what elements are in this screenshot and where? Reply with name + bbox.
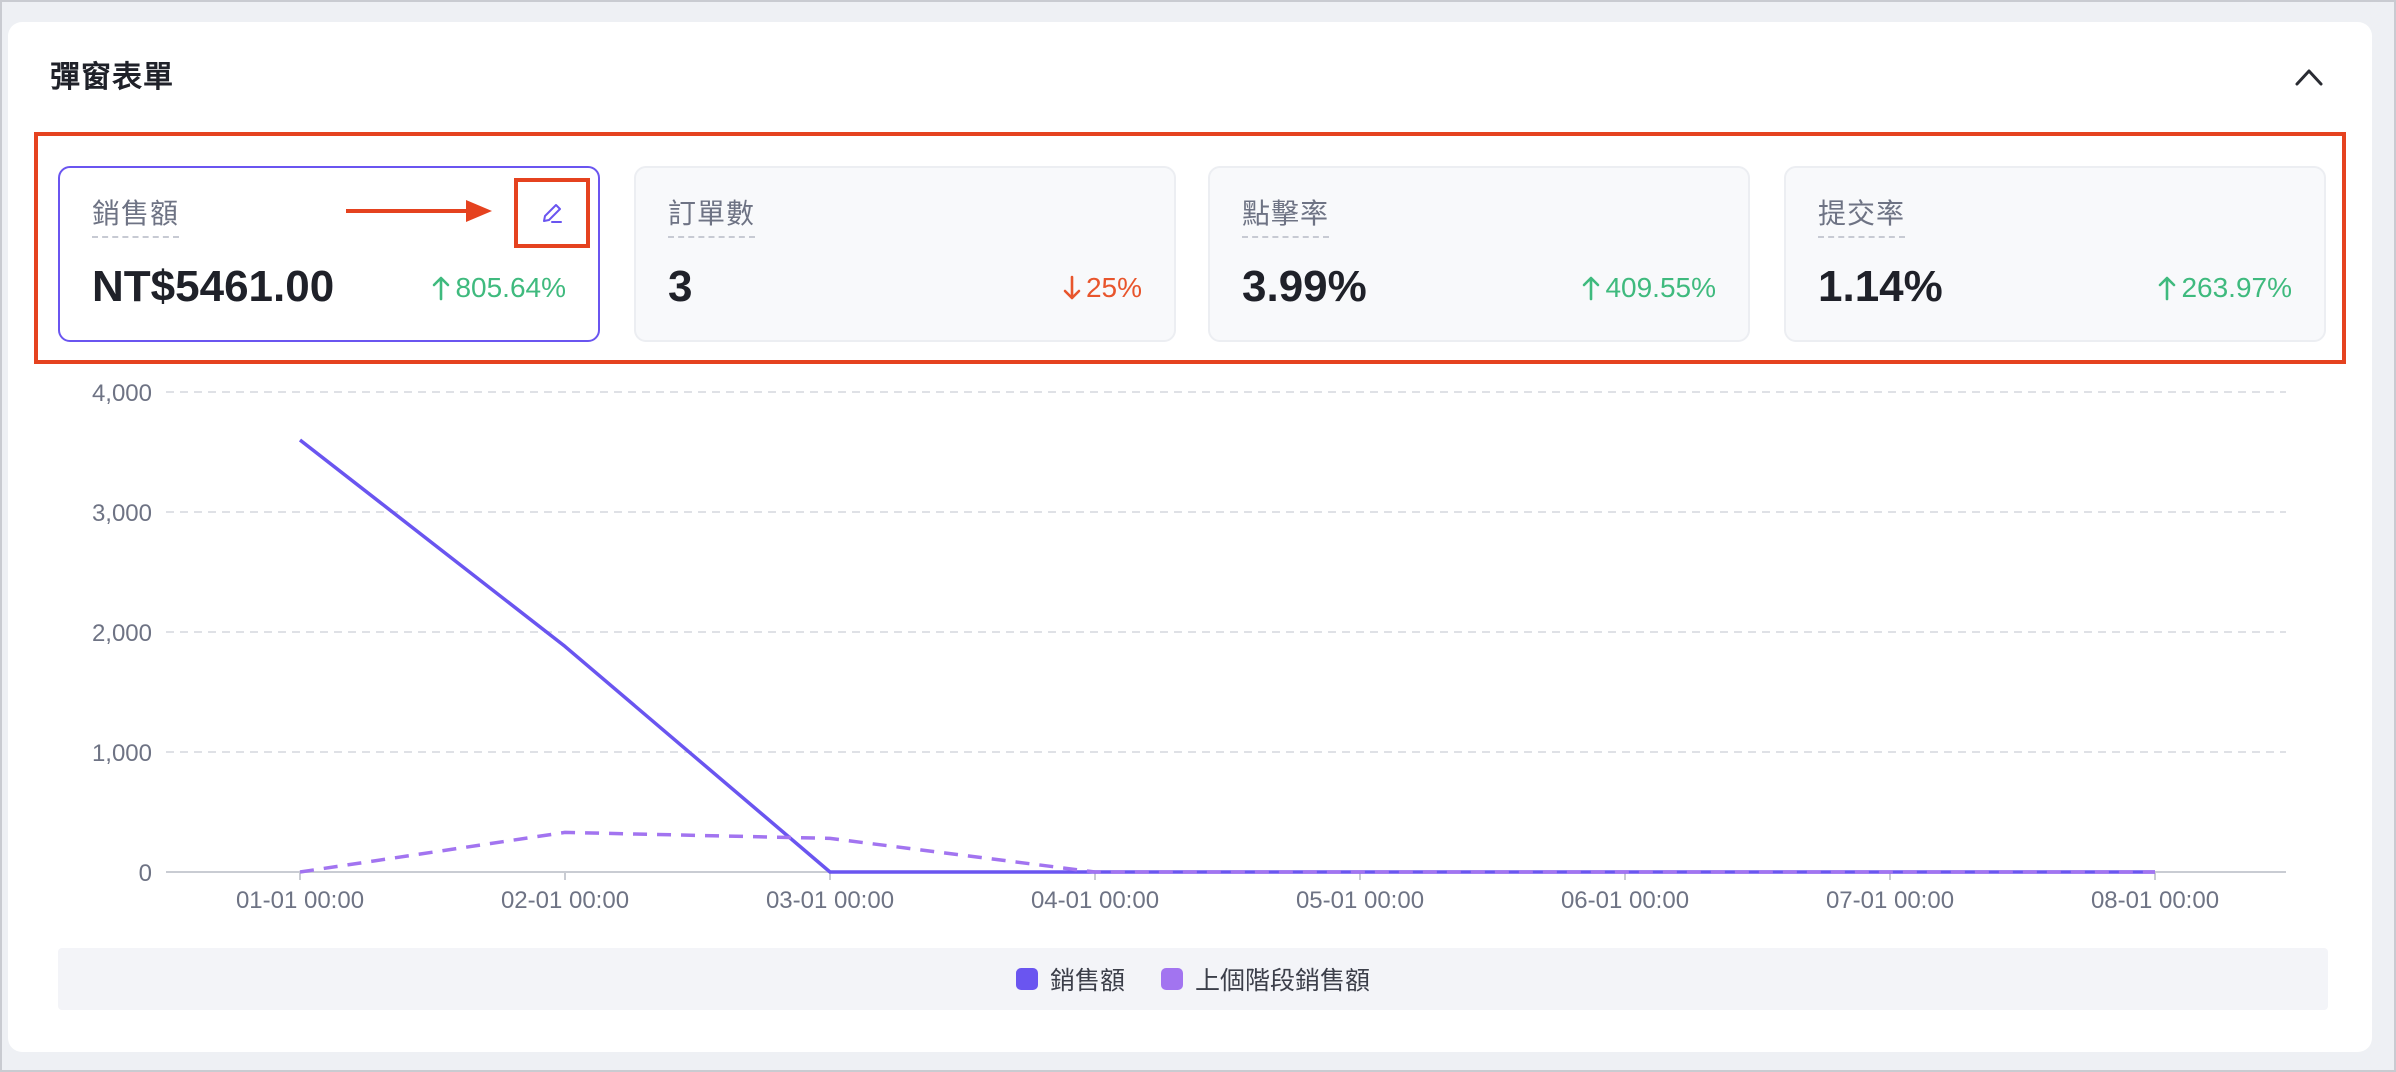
line-chart: 0 1,000 2,000 3,000 4,000 01-01 00:00 02-01 00… <box>92 380 2286 914</box>
y-tick-label: 2,000 <box>92 620 152 647</box>
legend-label: 銷售額 <box>1049 966 1125 995</box>
x-tick-label: 01-01 00:00 <box>236 887 364 914</box>
x-tick-label: 03-01 00:00 <box>766 887 894 914</box>
x-tick-label: 05-01 00:00 <box>1296 887 1424 914</box>
y-tick-label: 4,000 <box>92 380 152 407</box>
x-tick-label: 07-01 00:00 <box>1826 887 1954 914</box>
x-tick-label: 02-01 00:00 <box>501 887 629 914</box>
x-tick-label: 06-01 00:00 <box>1561 887 1689 914</box>
series-line-1 <box>299 830 2155 874</box>
x-tick-label: 04-01 00:00 <box>1031 887 1159 914</box>
legend-swatch <box>1015 968 1038 990</box>
chart-legend: 銷售額 上個階段銷售額 <box>58 948 2328 1010</box>
legend-item-previous-sales[interactable]: 上個階段銷售額 <box>1161 961 1370 997</box>
y-tick-label: 3,000 <box>92 500 152 527</box>
y-tick-label: 0 <box>139 860 152 887</box>
series-line-0 <box>298 438 2155 874</box>
legend-swatch <box>1161 968 1183 990</box>
y-tick-label: 1,000 <box>92 740 152 767</box>
legend-item-sales[interactable]: 銷售額 <box>1015 961 1125 997</box>
legend-label: 上個階段銷售額 <box>1195 966 1371 995</box>
x-tick-label: 08-01 00:00 <box>2091 887 2219 914</box>
